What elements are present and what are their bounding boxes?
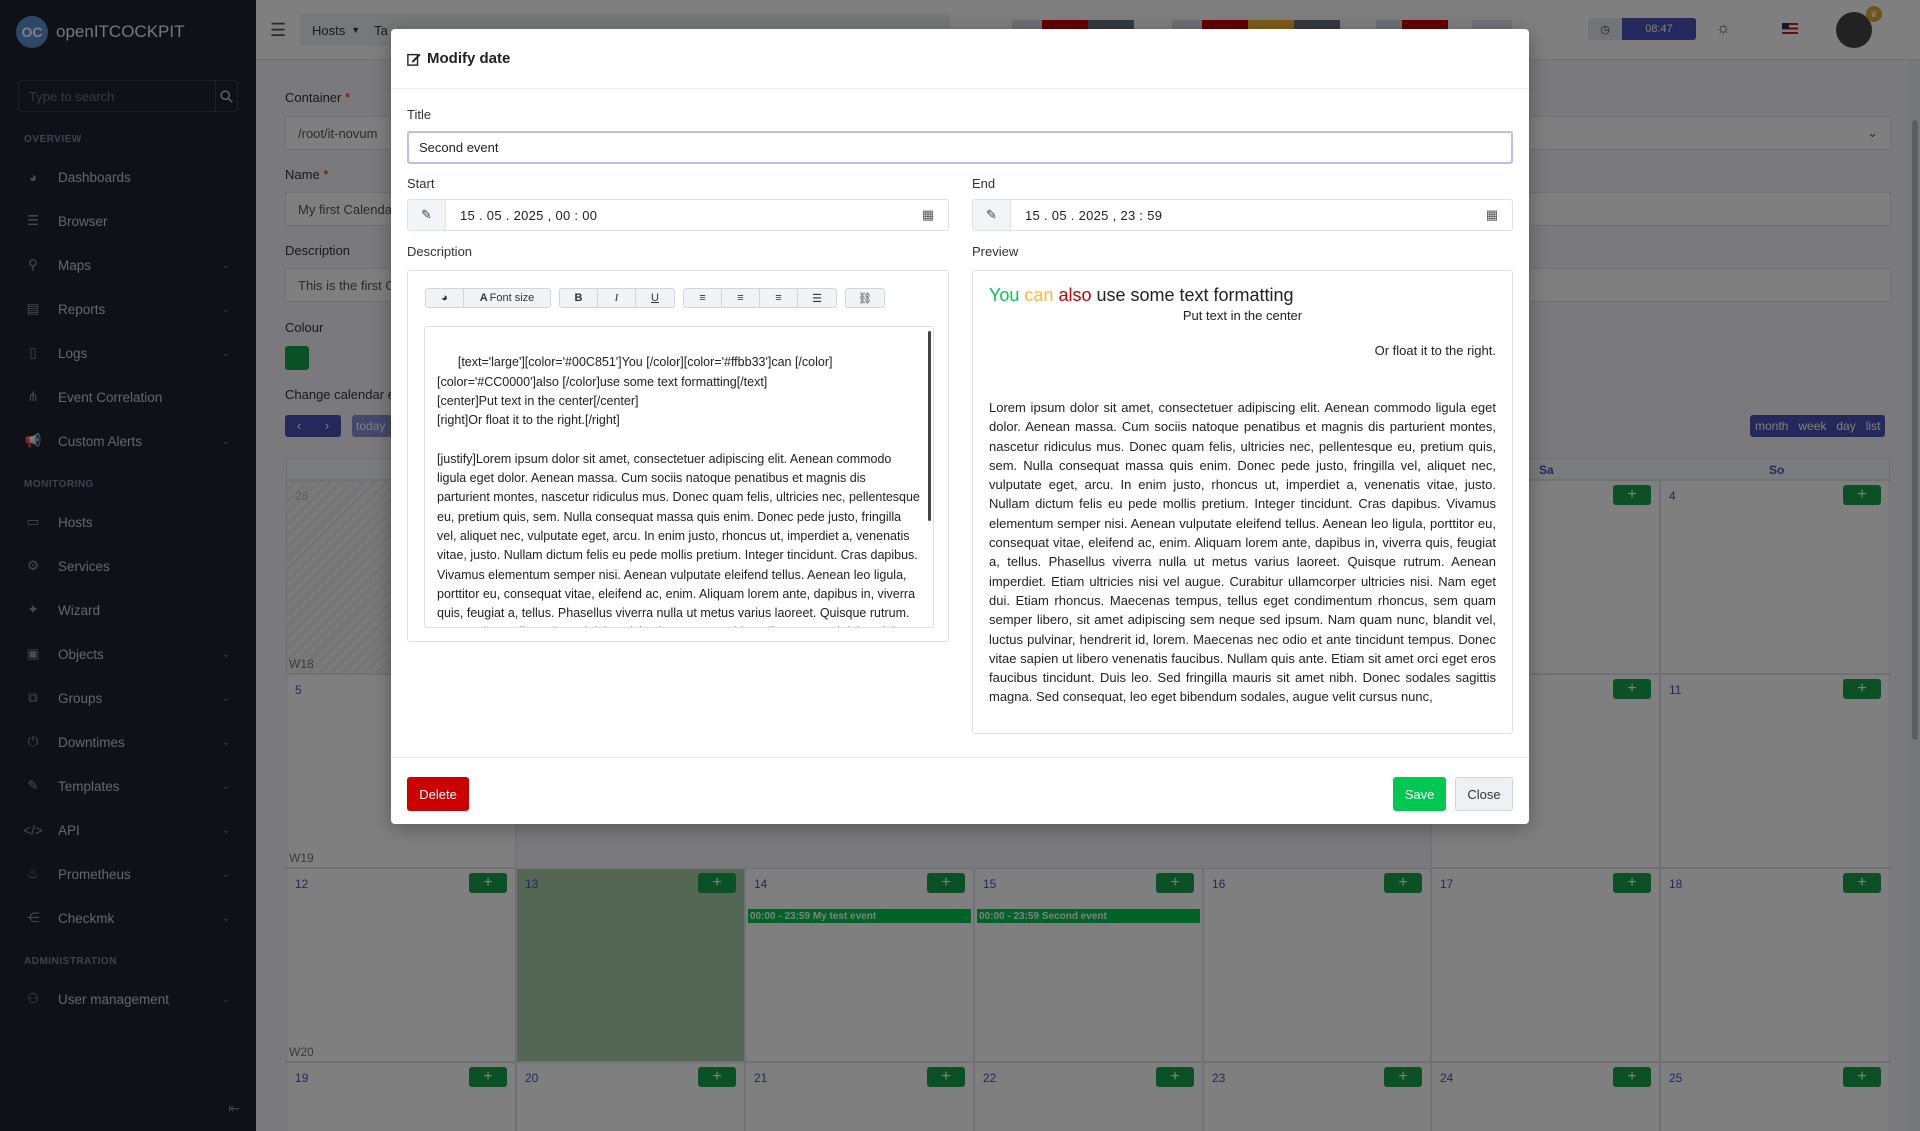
toolbar-group-format: B I U [559, 288, 675, 308]
palette-icon: ◕ [441, 292, 448, 304]
color-palette-button[interactable]: ◕ [426, 289, 464, 307]
editor-toolbar: ◕ A Font size B I U ≡ ≡ ≡ ☰ ⛓ [425, 288, 885, 308]
edit-icon [407, 53, 421, 66]
end-label: End [972, 176, 996, 191]
align-justify-button[interactable]: ☰ [798, 289, 836, 307]
bold-button[interactable]: B [560, 289, 598, 307]
align-left-icon: ≡ [699, 292, 706, 304]
align-right-button[interactable]: ≡ [760, 289, 798, 307]
align-left-button[interactable]: ≡ [684, 289, 722, 307]
align-right-icon: ≡ [775, 292, 782, 304]
close-button[interactable]: Close [1455, 777, 1513, 811]
start-datetime: ✎ 15 . 05 . 2025 , 00 : 00 ▦ [407, 199, 949, 231]
preview-rest: use some text formatting [1096, 285, 1294, 305]
preview-can: can [1024, 285, 1054, 305]
font-icon: A [479, 292, 488, 304]
preview-panel: You can also use some text formatting Pu… [972, 270, 1513, 734]
toolbar-group-align: ≡ ≡ ≡ ☰ [683, 288, 837, 308]
preview-justified-text: Lorem ipsum dolor sit amet, consectetuer… [989, 400, 1496, 705]
description-textarea[interactable]: [text='large'][color='#00C851']You [/col… [424, 326, 934, 628]
description-editor: ◕ A Font size B I U ≡ ≡ ≡ ☰ ⛓ [text='larg… [407, 270, 949, 642]
calendar-icon[interactable]: ▦ [908, 207, 948, 223]
title-input[interactable]: Second event [407, 131, 1513, 164]
description-label: Description [407, 244, 473, 259]
modify-date-modal: Modify date Title Second event Start ✎ 1… [391, 29, 1529, 824]
toolbar-group-link: ⛓ [845, 288, 885, 308]
start-datetime-input[interactable]: 15 . 05 . 2025 , 00 : 00 [446, 208, 908, 223]
underline-button[interactable]: U [636, 289, 674, 307]
end-datetime-input[interactable]: 15 . 05 . 2025 , 23 : 59 [1011, 208, 1472, 223]
preview-right-text: Or float it to the right. [1374, 343, 1496, 358]
start-edit-icon[interactable]: ✎ [408, 200, 446, 230]
align-justify-icon: ☰ [812, 292, 822, 305]
preview-you: You [989, 285, 1020, 305]
link-button[interactable]: ⛓ [846, 289, 884, 307]
calendar-icon[interactable]: ▦ [1472, 207, 1512, 223]
delete-button[interactable]: Delete [407, 777, 469, 811]
font-size-button[interactable]: A Font size [464, 289, 550, 307]
italic-button[interactable]: I [598, 289, 636, 307]
end-datetime: ✎ 15 . 05 . 2025 , 23 : 59 ▦ [972, 199, 1513, 231]
save-button[interactable]: Save [1393, 777, 1446, 811]
start-label: Start [407, 176, 435, 191]
preview-also: also [1058, 285, 1092, 305]
toolbar-group-style: ◕ A Font size [425, 288, 551, 308]
preview-centered-text: Put text in the center [1182, 308, 1303, 323]
textarea-scrollbar[interactable] [928, 331, 931, 521]
preview-formatted-line: You can also use some text formatting [989, 285, 1496, 306]
end-edit-icon[interactable]: ✎ [973, 200, 1011, 230]
modal-header: Modify date [391, 29, 1529, 89]
modal-title: Modify date [427, 50, 511, 67]
link-icon: ⛓ [858, 292, 872, 305]
title-label: Title [407, 107, 432, 122]
align-center-icon: ≡ [737, 292, 744, 304]
preview-label: Preview [972, 244, 1019, 259]
modal-footer: Delete Save Close [391, 757, 1529, 824]
align-center-button[interactable]: ≡ [722, 289, 760, 307]
